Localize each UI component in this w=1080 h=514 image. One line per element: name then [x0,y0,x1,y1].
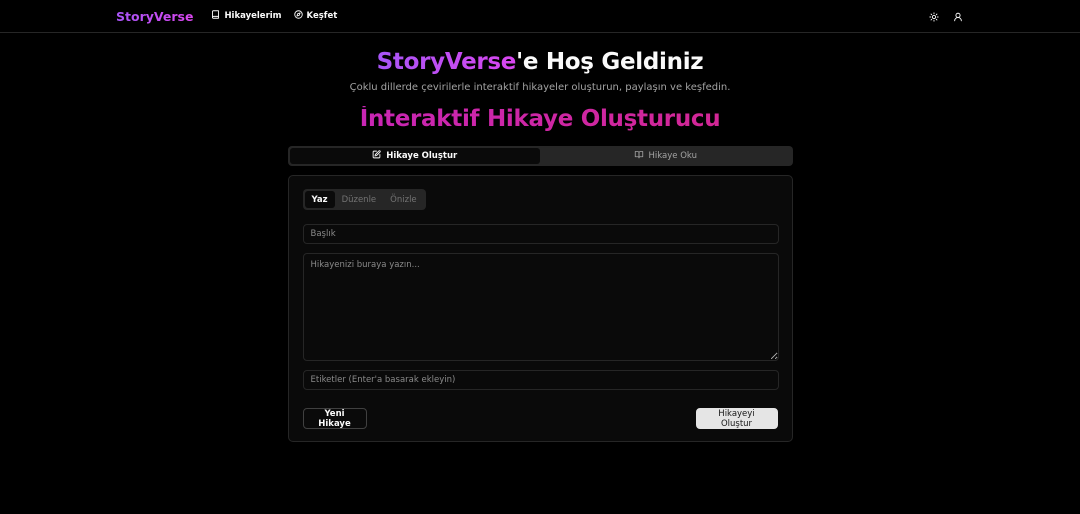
tab-preview[interactable]: Önizle [383,191,424,208]
editor-mode-tabs: Yaz Düzenle Önizle [302,189,426,210]
main-tabs: Hikaye Oluştur Hikaye Oku [287,146,793,166]
create-story-button[interactable]: Hikayeyi Oluştur [695,408,778,429]
tab-create-story[interactable]: Hikaye Oluştur [289,148,540,164]
hero-subtitle: Çoklu dillerde çevirilerle interaktif hi… [349,82,731,93]
brand-logo[interactable]: StoryVerse [116,9,193,24]
nav-link-label: Keşfet [306,11,338,21]
tags-input[interactable] [302,370,779,390]
nav-link-label: Hikayelerim [224,11,282,21]
tab-label: Hikaye Oku [648,151,697,161]
tab-write[interactable]: Yaz [304,191,335,208]
tab-read-story[interactable]: Hikaye Oku [540,148,791,164]
story-textarea[interactable] [302,253,779,361]
compass-icon [293,10,307,22]
nav-link-explore[interactable]: Keşfet [293,10,338,22]
user-icon[interactable] [952,11,964,23]
tab-edit[interactable]: Düzenle [335,191,384,208]
edit-icon [372,150,386,162]
hero-title: StoryVerse'e Hoş Geldiniz [0,49,1080,75]
story-editor-card: Yaz Düzenle Önizle Yeni Hikaye Hikayeyi … [287,175,793,442]
hero-title-rest: 'e Hoş Geldiniz [516,49,704,75]
hero-title-brand: StoryVerse [376,49,517,75]
title-input[interactable] [302,224,779,244]
section-title: İnteraktif Hikaye Oluşturucu [0,106,1080,132]
book-icon [211,10,224,22]
new-story-button[interactable]: Yeni Hikaye [302,408,367,429]
nav-link-my-stories[interactable]: Hikayelerim [211,10,282,22]
navbar-actions [928,0,964,33]
tab-label: Hikaye Oluştur [386,151,458,161]
open-book-icon [634,150,649,162]
top-navbar: StoryVerse Hikayelerim Keşfet [0,0,1080,33]
sun-icon[interactable] [928,11,940,23]
